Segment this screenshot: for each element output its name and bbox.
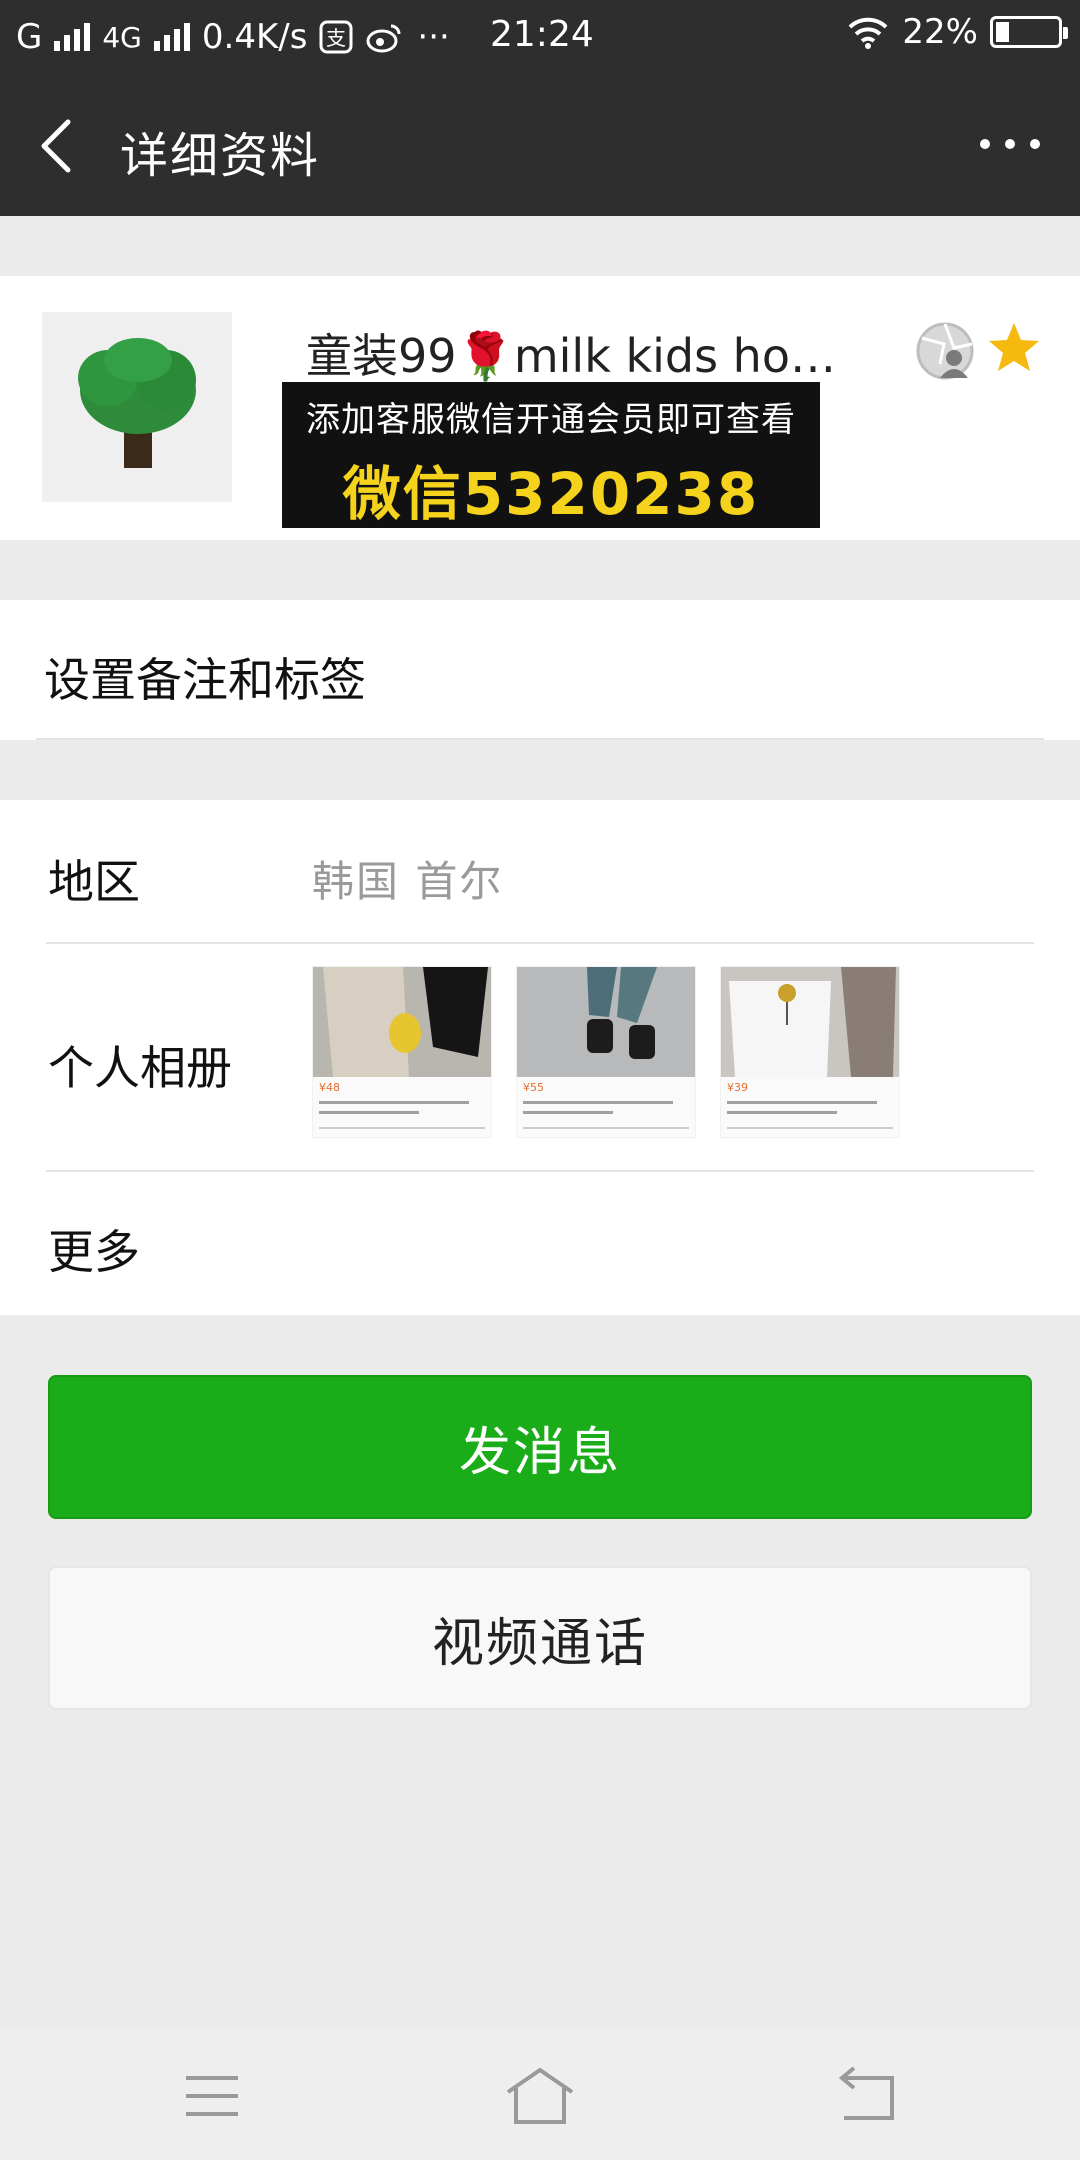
- battery-icon: [990, 16, 1068, 48]
- thumb-footer: [319, 1127, 485, 1129]
- tree-icon: [42, 312, 232, 502]
- album-thumb-price: ¥55: [523, 1081, 544, 1094]
- divider: [46, 942, 1034, 944]
- more-label: 更多: [48, 1225, 140, 1279]
- signal-icon: [54, 23, 91, 51]
- album-thumb[interactable]: ¥39: [720, 966, 900, 1138]
- thumb-footer: [727, 1127, 893, 1129]
- home-button[interactable]: [500, 2064, 580, 2128]
- promo-wechat-id: 微信5320238: [342, 460, 760, 528]
- thumb-text-line: [319, 1111, 419, 1114]
- profile-name: 童装99🌹milk kids ho…: [306, 320, 846, 386]
- back-icon: [838, 2066, 894, 2120]
- album-thumb[interactable]: ¥55: [516, 966, 696, 1138]
- signal-icon-2: [153, 23, 190, 51]
- divider: [36, 738, 1044, 740]
- album-photo: [721, 967, 899, 1077]
- network-label: 4G: [102, 20, 142, 54]
- aperture-icon[interactable]: [914, 320, 976, 382]
- navigation-bar: [0, 2030, 1080, 2160]
- region-value: 韩国 首尔: [312, 857, 504, 906]
- profile-name-prefix: 童装99: [306, 329, 457, 383]
- region-label: 地区: [48, 855, 140, 909]
- clock: 21:24: [490, 14, 594, 55]
- rose-emoji: 🌹: [456, 329, 514, 383]
- more-options-button[interactable]: [980, 124, 1040, 164]
- more-dots-icon: ···: [417, 17, 450, 57]
- status-bar: G 4G 0.4K/s 支 ··· 21:24 22%: [0, 0, 1080, 74]
- divider: [46, 1170, 1034, 1172]
- carrier-label: G: [16, 17, 43, 57]
- avatar[interactable]: [42, 312, 232, 502]
- network-speed: 0.4K/s: [201, 17, 308, 57]
- svg-text:支: 支: [326, 26, 346, 50]
- thumb-text-line: [319, 1101, 469, 1104]
- home-icon: [506, 2067, 574, 2124]
- chevron-left-icon: [41, 119, 71, 173]
- back-nav-button[interactable]: [828, 2064, 908, 2128]
- send-message-button[interactable]: 发消息: [48, 1375, 1032, 1519]
- thumb-text-line: [727, 1101, 877, 1104]
- back-button[interactable]: [30, 112, 90, 180]
- page-title: 详细资料: [120, 128, 321, 184]
- album-thumb[interactable]: ¥48: [312, 966, 492, 1138]
- album-photo: [313, 967, 491, 1077]
- remark-tag-label: 设置备注和标签: [44, 653, 366, 707]
- thumb-text-line: [523, 1111, 613, 1114]
- alipay-icon: 支: [319, 20, 353, 54]
- status-left: G 4G 0.4K/s 支 ···: [16, 17, 450, 57]
- profile-card: 童装99🌹milk kids ho… 添加客服微信开通会员即可查看 微信5320…: [0, 276, 1080, 540]
- star-icon[interactable]: [986, 320, 1042, 376]
- weibo-icon: [366, 24, 401, 53]
- video-call-button[interactable]: 视频通话: [48, 1566, 1032, 1710]
- wifi-icon: [849, 17, 888, 49]
- remark-tag-row[interactable]: 设置备注和标签: [0, 600, 1080, 740]
- album-thumb-price: ¥39: [727, 1081, 748, 1094]
- profile-name-suffix: milk kids ho…: [513, 329, 836, 383]
- album-label: 个人相册: [48, 1041, 232, 1095]
- info-section: 地区 韩国 首尔 个人相册 ¥48 ¥55 ¥39 更多: [0, 800, 1080, 1315]
- battery-percent: 22%: [902, 12, 978, 52]
- album-thumb-price: ¥48: [319, 1081, 340, 1094]
- album-photo: [517, 967, 695, 1077]
- promo-text: 添加客服微信开通会员即可查看: [306, 400, 796, 440]
- status-right: 22%: [846, 12, 1068, 52]
- more-horizontal-icon: [980, 139, 990, 149]
- menu-button[interactable]: [172, 2064, 252, 2128]
- thumb-text-line: [523, 1101, 673, 1104]
- thumb-footer: [523, 1127, 689, 1129]
- title-bar: 详细资料: [0, 74, 1080, 216]
- promo-banner: 添加客服微信开通会员即可查看 微信5320238: [282, 382, 820, 528]
- album-thumbnails[interactable]: ¥48 ¥55 ¥39: [312, 966, 900, 1138]
- thumb-text-line: [727, 1111, 837, 1114]
- menu-icon: [186, 2076, 238, 2116]
